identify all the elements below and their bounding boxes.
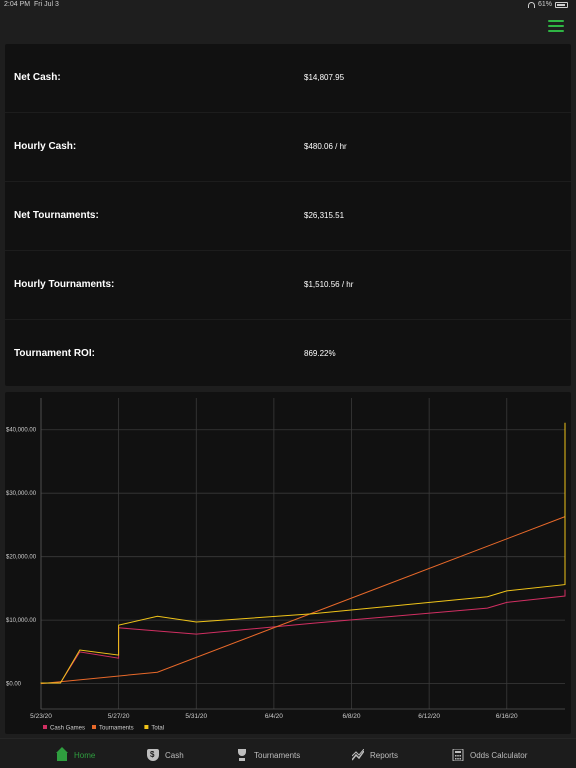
legend-label: Cash Games xyxy=(50,726,85,732)
tab-cash[interactable]: Cash xyxy=(147,747,184,763)
tab-home[interactable]: Home xyxy=(56,747,95,763)
calculator-icon xyxy=(452,749,464,761)
legend-label: Tournaments xyxy=(99,726,134,732)
stat-row-net-cash: Net Cash: $14,807.95 xyxy=(5,44,571,113)
y-tick-label: $20,000.00 xyxy=(6,555,37,561)
status-right: 61% xyxy=(527,1,568,8)
y-tick-label: $40,000.00 xyxy=(6,428,37,434)
stat-label: Net Tournaments: xyxy=(14,210,99,221)
x-tick-label: 6/4/20 xyxy=(265,713,283,720)
series-line-tournaments xyxy=(40,516,566,685)
nav-bar xyxy=(0,12,576,42)
tab-label: Tournaments xyxy=(254,750,301,760)
x-tick-label: 5/31/20 xyxy=(185,713,207,720)
x-tick-label: 5/27/20 xyxy=(108,713,130,720)
trophy-icon xyxy=(236,749,248,761)
stat-row-net-tournaments: Net Tournaments: $26,315.51 xyxy=(5,182,571,251)
tab-bar: Home Cash Tournaments Reports Odds Calcu… xyxy=(0,738,576,768)
stats-card: Net Cash: $14,807.95 Hourly Cash: $480.0… xyxy=(5,44,571,386)
y-tick-label: $10,000.00 xyxy=(6,618,37,624)
x-tick-label: 6/8/20 xyxy=(342,713,360,720)
status-bar: 2:04 PM Fri Jul 3 61% xyxy=(0,0,576,12)
tab-label: Cash xyxy=(165,750,184,760)
tab-label: Reports xyxy=(370,750,399,760)
earnings-chart: 5/23/20 5/27/20 5/31/20 6/4/20 6/8/20 6/12/20… xyxy=(5,392,571,734)
tab-label: Odds Calculator xyxy=(470,750,528,760)
stat-row-hourly-tournaments: Hourly Tournaments: $1,510.56 / hr xyxy=(5,251,571,320)
stat-value: 869.22% xyxy=(304,349,336,358)
cash-icon xyxy=(147,749,159,761)
legend-swatch xyxy=(92,725,96,729)
stat-value: $14,807.95 xyxy=(304,73,345,82)
series-line-cash-games xyxy=(40,589,566,684)
stat-label: Net Cash: xyxy=(14,72,61,83)
x-tick-label: 5/23/20 xyxy=(30,713,52,720)
x-tick-label: 6/12/20 xyxy=(418,713,440,720)
y-tick-label: $0.00 xyxy=(6,682,22,688)
stat-value: $26,315.51 xyxy=(304,211,345,220)
home-icon xyxy=(56,747,68,761)
status-time-date: 2:04 PM Fri Jul 3 xyxy=(4,1,59,8)
stat-value: $480.06 / hr xyxy=(304,142,347,151)
tab-label: Home xyxy=(74,750,96,760)
earnings-line-chart: 5/23/20 5/27/20 5/31/20 6/4/20 6/8/20 6/12/20… xyxy=(6,398,566,732)
battery-percent: 61% xyxy=(537,1,552,8)
legend-swatch xyxy=(43,725,47,729)
x-tick-label: 6/16/20 xyxy=(496,713,518,720)
tab-odds-calculator[interactable]: Odds Calculator xyxy=(452,747,527,763)
legend-label: Total xyxy=(151,726,164,732)
y-tick-label: $30,000.00 xyxy=(6,491,37,497)
stat-label: Hourly Cash: xyxy=(14,141,77,152)
reports-icon xyxy=(352,749,364,761)
battery-icon xyxy=(555,1,568,8)
stat-value: $1,510.56 / hr xyxy=(304,280,354,289)
hamburger-menu-icon[interactable] xyxy=(548,20,564,32)
series-line-total xyxy=(40,422,566,684)
tab-tournaments[interactable]: Tournaments xyxy=(236,747,300,763)
stat-label: Tournament ROI: xyxy=(14,348,95,359)
legend-swatch xyxy=(144,725,149,729)
tab-reports[interactable]: Reports xyxy=(352,747,398,763)
stat-row-tournament-roi: Tournament ROI: 869.22% xyxy=(5,320,571,389)
stat-row-hourly-cash: Hourly Cash: $480.06 / hr xyxy=(5,113,571,182)
stat-label: Hourly Tournaments: xyxy=(14,279,115,290)
status-date: Fri Jul 3 xyxy=(33,1,59,8)
status-time: 2:04 PM xyxy=(4,1,31,8)
wifi-icon xyxy=(527,1,535,8)
